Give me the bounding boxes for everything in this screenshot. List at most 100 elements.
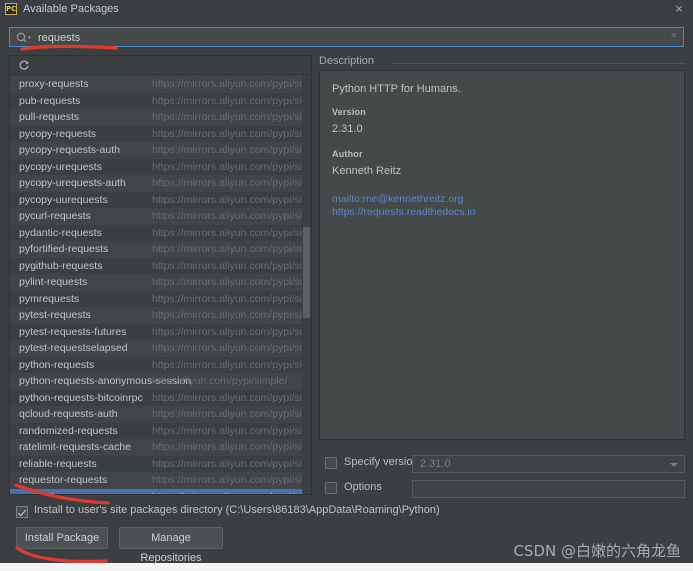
install-package-button[interactable]: Install Package <box>16 527 108 549</box>
bottom-edge <box>0 563 693 571</box>
package-name: pytest-requestselapsed <box>19 342 128 354</box>
package-name: pymrequests <box>19 292 80 305</box>
package-repository-url: https://mirrors.aliyun.com/pypi/simple/ <box>152 144 310 156</box>
table-row[interactable]: pytest-requests https://mirrors.aliyun.co… <box>10 307 311 324</box>
package-name: python-requests <box>19 358 95 371</box>
package-name: pycopy-urequests-auth <box>19 177 126 189</box>
table-row[interactable]: pyfortified-requests https://mirrors.aliy… <box>10 241 311 258</box>
close-icon[interactable]: × <box>672 2 686 16</box>
table-row[interactable]: pub-requests https://mirrors.aliyun.com/p… <box>10 92 311 109</box>
table-row[interactable]: randomized-requests https://mirrors.aliyu… <box>10 422 311 439</box>
options-checkbox[interactable] <box>325 482 337 494</box>
package-name: requestor-requests <box>19 474 108 486</box>
search-input-value[interactable]: requests <box>38 32 80 44</box>
table-row[interactable]: requestor-requests https://mirrors.aliyun… <box>10 472 311 489</box>
search-icon <box>16 32 32 44</box>
package-repository-url: https://mirrors.aliyun.com/pypi/simple/ <box>152 292 310 305</box>
table-row[interactable]: pycopy-requests-auth https://mirrors.aliy… <box>10 142 311 159</box>
table-row[interactable]: requests https://mirrors.aliyun.com/pypi/… <box>10 488 311 495</box>
package-repository-url: https://mirrors.aliyun.com/pypi/simple/ <box>152 177 310 189</box>
author-label: Author <box>332 149 363 159</box>
package-repository-url: https://mirrors.aliyun.com/pypi/simple/ <box>152 391 310 404</box>
table-row[interactable]: proxy-requests https://mirrors.aliyun.com… <box>10 76 311 93</box>
table-row[interactable]: python-requests https://mirrors.aliyun.co… <box>10 356 311 373</box>
table-row[interactable]: reliable-requests https://mirrors.aliyun.… <box>10 455 311 472</box>
table-row[interactable]: pycopy-urequests-auth https://mirrors.ali… <box>10 175 311 192</box>
table-row[interactable]: pytest-requests-futures https://mirrors.a… <box>10 323 311 340</box>
package-repository-url: https://mirrors.aliyun.com/pypi/simple/ <box>152 441 310 453</box>
package-name: qcloud-requests-auth <box>19 408 118 420</box>
package-repository-url: https://mirrors.aliyun.com/pypi/simple/ <box>152 489 310 495</box>
package-repository-url: https://mirrors.aliyun.com/pypi/simple/ <box>152 325 310 338</box>
package-repository-url: https://mirrors.aliyun.com/pypi/simple/ <box>152 111 310 123</box>
package-repository-url: irrors.aliyun.com/pypi/simple/ <box>152 375 288 387</box>
table-row[interactable]: pycopy-urequests https://mirrors.aliyun.c… <box>10 158 311 175</box>
package-name: pyfortified-requests <box>19 243 109 255</box>
page-title: Available Packages <box>23 3 119 15</box>
table-row[interactable]: pycurl-requests https://mirrors.aliyun.co… <box>10 208 311 225</box>
package-name: python-requests-bitcoinrpc <box>19 391 143 404</box>
table-row[interactable]: pydantic-requests https://mirrors.aliyun.… <box>10 224 311 241</box>
package-repository-url: https://mirrors.aliyun.com/pypi/simple/ <box>152 127 310 140</box>
install-user-site-checkbox[interactable] <box>16 506 28 518</box>
watermark: CSDN @白嫩的六角龙鱼 <box>513 542 681 560</box>
package-repository-url: https://mirrors.aliyun.com/pypi/simple/ <box>152 457 310 470</box>
package-repository-url: https://mirrors.aliyun.com/pypi/simple/ <box>152 226 310 239</box>
package-repository-url: https://mirrors.aliyun.com/pypi/simple/ <box>152 309 310 321</box>
package-repository-url: https://mirrors.aliyun.com/pypi/simple/ <box>152 342 310 354</box>
options-input[interactable] <box>412 480 685 498</box>
package-summary: Python HTTP for Humans. <box>332 83 461 95</box>
package-repository-url: https://mirrors.aliyun.com/pypi/simple/ <box>152 210 310 222</box>
package-name: requests <box>19 489 59 495</box>
description-link[interactable]: https://requests.readthedocs.io <box>332 206 672 219</box>
package-name: pygithub-requests <box>19 259 103 272</box>
table-row[interactable]: pycopy-uurequests https://mirrors.aliyun.… <box>10 191 311 208</box>
specify-version-label: Specify version <box>344 456 419 468</box>
package-name: pydantic-requests <box>19 226 102 239</box>
table-row[interactable]: pymrequests https://mirrors.aliyun.com/py… <box>10 290 311 307</box>
clear-search-icon[interactable]: × <box>671 30 677 42</box>
install-user-site-label: Install to user's site packages director… <box>34 504 440 516</box>
search-field[interactable]: requests × <box>9 27 684 47</box>
table-row[interactable]: python-requests-bitcoinrpc https://mirror… <box>10 389 311 406</box>
package-name: ratelimit-requests-cache <box>19 441 132 453</box>
package-name: proxy-requests <box>19 78 89 90</box>
description-divider <box>391 63 685 64</box>
table-row[interactable]: python-requests-anonymous-session irrors.… <box>10 373 311 390</box>
refresh-icon[interactable] <box>18 60 30 72</box>
chevron-down-icon[interactable] <box>670 463 678 467</box>
package-rows[interactable]: proxy-requests https://mirrors.aliyun.com… <box>10 76 311 494</box>
package-repository-url: https://mirrors.aliyun.com/pypi/simple/ <box>152 424 310 437</box>
table-row[interactable]: pycopy-requests https://mirrors.aliyun.co… <box>10 125 311 142</box>
available-packages-dialog: PC Available Packages × requests × proxy… <box>0 0 693 571</box>
package-repository-url: https://mirrors.aliyun.com/pypi/simple/ <box>152 78 310 90</box>
table-row[interactable]: qcloud-requests-auth https://mirrors.aliy… <box>10 406 311 423</box>
specify-version-checkbox[interactable] <box>325 457 337 469</box>
version-label: Version <box>332 107 366 117</box>
package-name: pub-requests <box>19 94 81 107</box>
package-name: pytest-requests-futures <box>19 325 127 338</box>
table-row[interactable]: pytest-requestselapsed https://mirrors.al… <box>10 340 311 357</box>
package-repository-url: https://mirrors.aliyun.com/pypi/simple/ <box>152 276 310 288</box>
package-repository-url: https://mirrors.aliyun.com/pypi/simple/ <box>152 358 310 371</box>
scrollbar-thumb[interactable] <box>303 227 310 318</box>
specify-version-value: 2.31.0 <box>420 458 451 470</box>
description-legend: Description <box>319 55 381 67</box>
title-bar: PC Available Packages × <box>0 0 693 18</box>
description-links[interactable]: mailto:me@kennethreitz.org https://reques… <box>332 193 672 219</box>
list-scrollbar[interactable] <box>302 76 311 494</box>
package-repository-url: https://mirrors.aliyun.com/pypi/simple/ <box>152 160 310 173</box>
package-list-panel: proxy-requests https://mirrors.aliyun.com… <box>9 55 312 495</box>
description-link[interactable]: mailto:me@kennethreitz.org <box>332 193 672 206</box>
package-name: pycopy-requests-auth <box>19 144 120 156</box>
table-row[interactable]: pylint-requests https://mirrors.aliyun.co… <box>10 274 311 291</box>
table-row[interactable]: ratelimit-requests-cache https://mirrors.… <box>10 439 311 456</box>
description-box: Python HTTP for Humans. Version 2.31.0 A… <box>319 70 685 440</box>
table-row[interactable]: pygithub-requests https://mirrors.aliyun.… <box>10 257 311 274</box>
specify-version-combobox[interactable]: 2.31.0 <box>412 455 685 473</box>
options-label: Options <box>344 481 382 493</box>
table-row[interactable]: pull-requests https://mirrors.aliyun.com/… <box>10 109 311 126</box>
package-name: reliable-requests <box>19 457 97 470</box>
manage-repositories-button[interactable]: Manage Repositories <box>119 527 223 564</box>
package-name: pytest-requests <box>19 309 91 321</box>
